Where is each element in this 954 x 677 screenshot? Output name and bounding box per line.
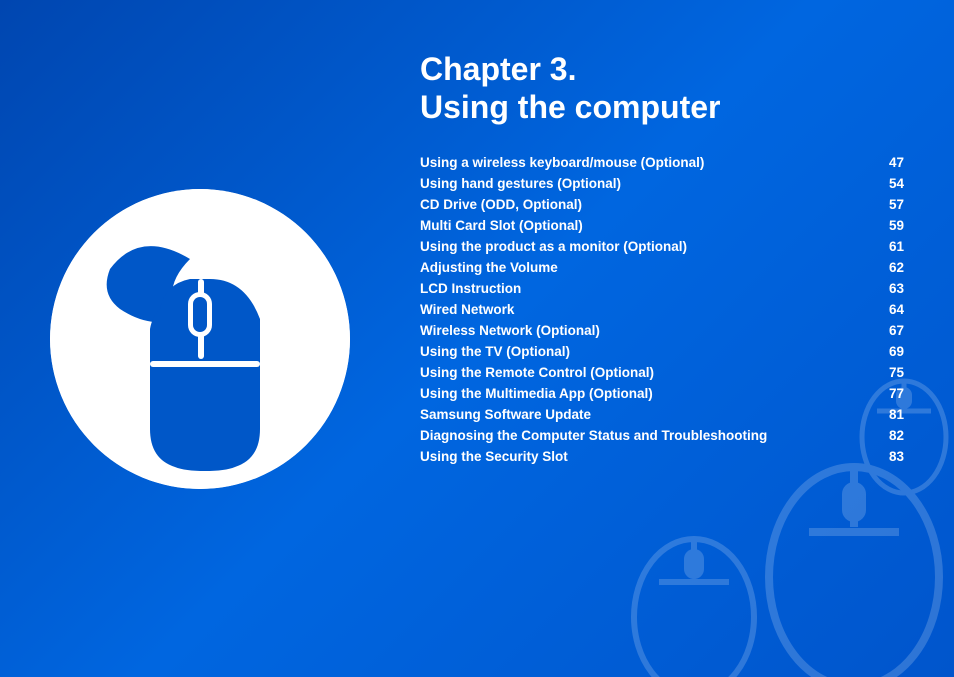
toc-label: Using the TV (Optional) [420,344,867,359]
chapter-line2: Using the computer [420,88,904,126]
toc-page-number: 69 [879,344,904,359]
toc-label: Diagnosing the Computer Status and Troub… [420,428,867,443]
toc-page-number: 47 [879,155,904,170]
chapter-title: Chapter 3. Using the computer [420,50,904,127]
toc-page-number: 83 [879,449,904,464]
toc-item[interactable]: Using the TV (Optional) 69 [420,344,904,359]
toc-label: Using hand gestures (Optional) [420,176,867,191]
toc-item[interactable]: CD Drive (ODD, Optional) 57 [420,197,904,212]
toc-item[interactable]: Using the product as a monitor (Optional… [420,239,904,254]
chapter-line1: Chapter 3. [420,50,904,88]
toc-page-number: 59 [879,218,904,233]
toc-item[interactable]: Multi Card Slot (Optional) 59 [420,218,904,233]
toc-item[interactable]: LCD Instruction 63 [420,281,904,296]
toc-label: Using the Remote Control (Optional) [420,365,867,380]
toc-label: Samsung Software Update [420,407,867,422]
toc-label: CD Drive (ODD, Optional) [420,197,867,212]
mouse-circle [50,189,350,489]
toc-item[interactable]: Wired Network 64 [420,302,904,317]
toc-item[interactable]: Wireless Network (Optional) 67 [420,323,904,338]
toc-label: LCD Instruction [420,281,867,296]
toc-label: Wired Network [420,302,867,317]
toc-item[interactable]: Samsung Software Update 81 [420,407,904,422]
toc-item[interactable]: Using the Multimedia App (Optional) 77 [420,386,904,401]
toc-item[interactable]: Adjusting the Volume 62 [420,260,904,275]
toc-page-number: 54 [879,176,904,191]
toc-page-number: 82 [879,428,904,443]
toc-page-number: 61 [879,239,904,254]
toc-page-number: 75 [879,365,904,380]
toc-page-number: 67 [879,323,904,338]
page: Chapter 3. Using the computer Using a wi… [0,0,954,677]
toc-item[interactable]: Using hand gestures (Optional) 54 [420,176,904,191]
toc-label: Adjusting the Volume [420,260,867,275]
toc-label: Using the product as a monitor (Optional… [420,239,867,254]
toc-page-number: 57 [879,197,904,212]
toc-list: Using a wireless keyboard/mouse (Optiona… [420,155,904,464]
toc-label: Using a wireless keyboard/mouse (Optiona… [420,155,867,170]
toc-page-number: 81 [879,407,904,422]
toc-label: Using the Security Slot [420,449,867,464]
left-panel [0,0,400,677]
right-panel: Chapter 3. Using the computer Using a wi… [400,0,954,677]
toc-label: Wireless Network (Optional) [420,323,867,338]
toc-page-number: 62 [879,260,904,275]
toc-page-number: 64 [879,302,904,317]
toc-item[interactable]: Using the Security Slot 83 [420,449,904,464]
toc-label: Multi Card Slot (Optional) [420,218,867,233]
mouse-illustration [50,189,350,489]
toc-item[interactable]: Using the Remote Control (Optional) 75 [420,365,904,380]
toc-page-number: 77 [879,386,904,401]
toc-item[interactable]: Using a wireless keyboard/mouse (Optiona… [420,155,904,170]
toc-page-number: 63 [879,281,904,296]
toc-item[interactable]: Diagnosing the Computer Status and Troub… [420,428,904,443]
toc-label: Using the Multimedia App (Optional) [420,386,867,401]
